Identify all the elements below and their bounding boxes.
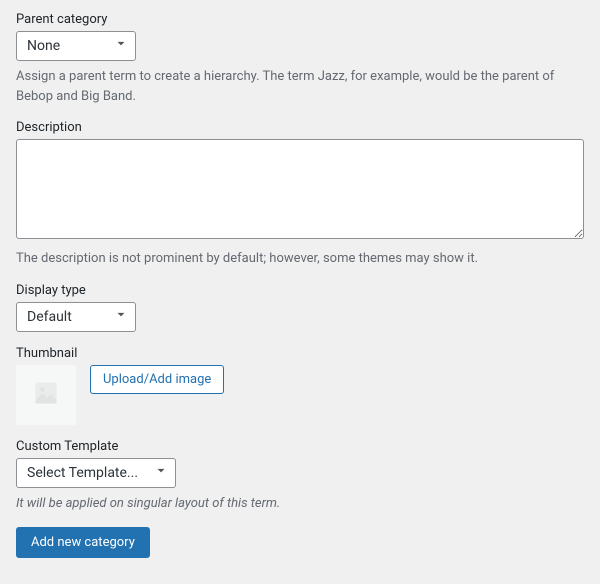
- custom-template-select[interactable]: Select Template...: [16, 458, 176, 488]
- display-type-select-wrap: Default: [16, 302, 136, 332]
- description-textarea[interactable]: [16, 139, 584, 239]
- custom-template-field: Custom Template Select Template... It wi…: [16, 439, 584, 514]
- thumbnail-placeholder: [16, 365, 76, 425]
- parent-category-select-wrap: None: [16, 31, 136, 61]
- parent-category-label: Parent category: [16, 12, 584, 27]
- upload-image-button[interactable]: Upload/Add image: [90, 365, 224, 394]
- custom-template-select-wrap: Select Template...: [16, 458, 176, 488]
- custom-template-label: Custom Template: [16, 439, 584, 454]
- display-type-select[interactable]: Default: [16, 302, 136, 332]
- parent-category-help: Assign a parent term to create a hierarc…: [16, 67, 584, 106]
- parent-category-select[interactable]: None: [16, 31, 136, 61]
- submit-row: Add new category: [16, 527, 584, 558]
- thumbnail-row: Upload/Add image: [16, 365, 584, 425]
- custom-template-help: It will be applied on singular layout of…: [16, 494, 584, 514]
- thumbnail-field: Thumbnail Upload/Add image: [16, 346, 584, 425]
- add-new-category-button[interactable]: Add new category: [16, 527, 150, 558]
- display-type-label: Display type: [16, 283, 584, 298]
- image-placeholder-icon: [32, 379, 60, 411]
- description-label: Description: [16, 120, 584, 135]
- description-help: The description is not prominent by defa…: [16, 249, 584, 269]
- display-type-field: Display type Default: [16, 283, 584, 332]
- parent-category-field: Parent category None Assign a parent ter…: [16, 12, 584, 106]
- thumbnail-label: Thumbnail: [16, 346, 584, 361]
- description-field: Description The description is not promi…: [16, 120, 584, 269]
